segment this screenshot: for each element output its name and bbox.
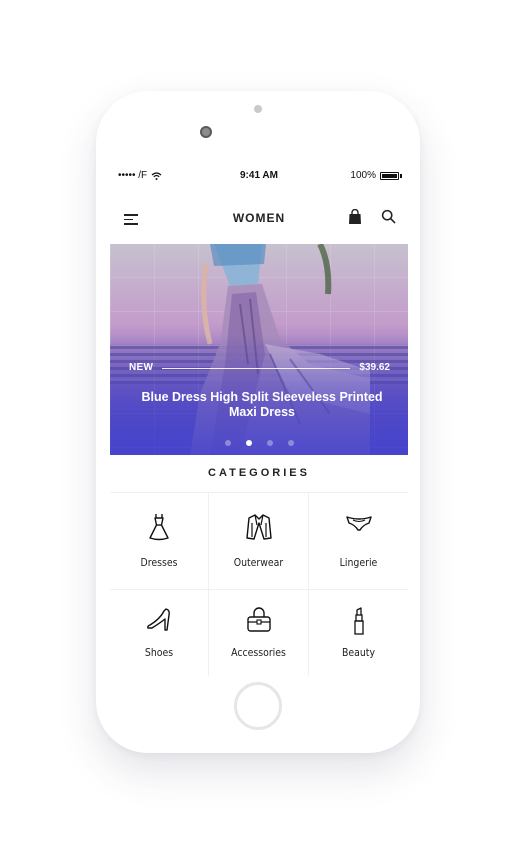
lingerie-icon (345, 516, 372, 531)
jacket-icon (245, 514, 272, 540)
lipstick-icon (353, 607, 364, 635)
category-label: Lingerie (339, 556, 378, 569)
new-badge: NEW (129, 362, 154, 373)
category-label: Shoes (144, 646, 174, 659)
high-heel-icon (147, 608, 170, 631)
carousel-dot[interactable] (287, 440, 294, 446)
featured-product-banner[interactable]: NEW $39.62 Blue Dress High Split Sleevel… (110, 244, 408, 455)
category-label: Outerwear (233, 556, 284, 569)
carousel-dot[interactable] (224, 440, 231, 446)
categories-grid: Dresses Outerwear Lingerie Shoes Accesso… (110, 492, 408, 676)
status-battery: 100% (350, 170, 402, 181)
nav-bar: WOMEN (110, 199, 408, 239)
category-label: Accessories (231, 646, 286, 659)
category-dresses[interactable]: Dresses (110, 493, 209, 590)
speaker-dot (254, 105, 262, 113)
product-title[interactable]: Blue Dress High Split Sleeveless Printed… (130, 390, 394, 420)
hero-divider-line (162, 368, 350, 369)
category-beauty[interactable]: Beauty (309, 590, 408, 676)
battery-icon (380, 171, 399, 180)
category-outerwear[interactable]: Outerwear (209, 493, 309, 590)
home-button[interactable] (234, 682, 282, 730)
shopping-bag-icon[interactable] (348, 209, 362, 225)
category-label: Beauty (341, 646, 376, 659)
phone-frame: ••••• /F 9:41 AM 100% WOMEN NEW $39.62 B… (96, 91, 420, 753)
categories-heading: CATEGORIES (208, 467, 310, 479)
carousel-dot[interactable] (266, 440, 273, 446)
category-lingerie[interactable]: Lingerie (309, 493, 408, 590)
category-label: Dresses (140, 556, 178, 569)
product-price: $39.62 (359, 362, 390, 373)
battery-tip (400, 173, 402, 178)
status-bar: ••••• /F 9:41 AM 100% (110, 167, 408, 185)
carousel-indicators (110, 440, 408, 446)
front-camera (200, 126, 212, 138)
handbag-icon (246, 607, 271, 632)
search-icon[interactable] (381, 209, 396, 224)
app-screen: ••••• /F 9:41 AM 100% WOMEN NEW $39.62 B… (110, 167, 408, 676)
category-shoes[interactable]: Shoes (110, 590, 209, 676)
carousel-dot-active[interactable] (245, 440, 252, 446)
page-title: WOMEN (232, 211, 286, 225)
dress-icon (149, 514, 169, 541)
category-accessories[interactable]: Accessories (209, 590, 309, 676)
battery-percent: 100% (350, 170, 376, 181)
